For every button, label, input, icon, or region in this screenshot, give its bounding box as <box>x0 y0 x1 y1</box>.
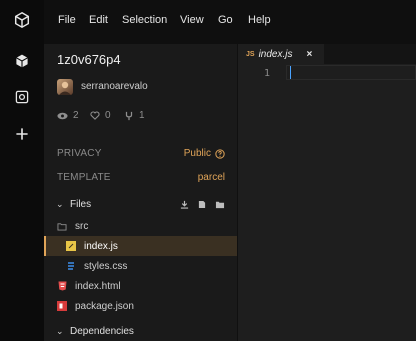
new-file-icon[interactable] <box>198 200 206 209</box>
files-section-header[interactable]: ⌄ Files <box>44 196 237 216</box>
tree-item-label: src <box>75 220 89 232</box>
author-name[interactable]: serranoarevalo <box>81 81 148 92</box>
tree-item-styles-css[interactable]: styles.css <box>44 256 237 276</box>
views-stat: 2 <box>57 110 79 121</box>
forks-stat[interactable]: 1 <box>124 110 145 121</box>
html-file-icon <box>57 281 67 291</box>
tab-index-js[interactable]: JS index.js × <box>238 44 324 64</box>
likes-count: 0 <box>105 110 111 121</box>
files-actions <box>180 200 225 209</box>
close-icon[interactable]: × <box>306 49 312 60</box>
tab-label: index.js <box>258 48 293 60</box>
tree-item-index-html[interactable]: index.html <box>44 276 237 296</box>
chevron-down-icon: ⌄ <box>56 326 64 336</box>
js-file-icon <box>66 241 76 251</box>
dependencies-section-header[interactable]: ⌄ Dependencies <box>44 322 237 341</box>
chevron-down-icon: ⌄ <box>56 199 64 209</box>
template-value[interactable]: parcel <box>198 172 225 183</box>
privacy-label: PRIVACY <box>57 148 102 159</box>
fork-icon <box>125 111 133 120</box>
devtools-panel-icon[interactable] <box>12 87 32 107</box>
forks-count: 1 <box>139 110 145 121</box>
sidebar: 1z0v676p4 serranoarevalo 2 0 1 PRIVACY P… <box>44 44 238 341</box>
sandbox-title[interactable]: 1z0v676p4 <box>57 52 121 67</box>
eye-icon <box>57 112 68 119</box>
tree-item-package-json[interactable]: package.json <box>44 296 237 316</box>
heart-icon <box>90 111 100 120</box>
likes-stat[interactable]: 0 <box>90 110 111 121</box>
line-number: 1 <box>264 68 271 79</box>
download-icon[interactable] <box>180 200 189 209</box>
sandbox-info-icon[interactable] <box>12 51 32 71</box>
tree-item-label: package.json <box>75 300 134 312</box>
avatar[interactable] <box>57 79 73 95</box>
menu-view[interactable]: View <box>180 14 204 26</box>
codesandbox-cube-icon[interactable] <box>12 10 32 30</box>
menu-bar: File Edit Selection View Go Help <box>0 0 416 44</box>
privacy-value-text: Public <box>183 148 211 159</box>
current-line-highlight <box>286 65 416 80</box>
css-file-icon <box>66 261 76 271</box>
menu-go[interactable]: Go <box>218 14 233 26</box>
tree-item-src[interactable]: src <box>44 216 237 236</box>
editor-tab-bar: JS index.js × <box>238 44 416 64</box>
add-icon[interactable] <box>12 124 32 144</box>
menu-help[interactable]: Help <box>248 14 271 26</box>
menu-edit[interactable]: Edit <box>89 14 108 26</box>
help-circle-icon[interactable] <box>215 148 225 159</box>
new-folder-icon[interactable] <box>215 200 225 209</box>
views-count: 2 <box>73 110 79 121</box>
files-label: Files <box>70 199 92 210</box>
template-label: TEMPLATE <box>57 172 111 183</box>
npm-package-icon <box>57 301 67 311</box>
dependencies-label: Dependencies <box>70 326 134 337</box>
menu-file[interactable]: File <box>58 14 76 26</box>
tree-item-label: styles.css <box>84 260 128 272</box>
folder-icon <box>57 221 67 231</box>
menu-selection[interactable]: Selection <box>122 14 167 26</box>
privacy-value[interactable]: Public <box>184 148 225 159</box>
code-editor[interactable]: JS index.js × 1 <box>238 44 416 341</box>
activity-bar <box>0 0 44 341</box>
js-language-badge: JS <box>246 50 255 58</box>
tree-item-label: index.html <box>75 280 121 292</box>
tree-item-label: index.js <box>84 240 118 252</box>
tree-item-index-js[interactable]: index.js <box>44 236 237 256</box>
text-cursor <box>290 66 291 79</box>
